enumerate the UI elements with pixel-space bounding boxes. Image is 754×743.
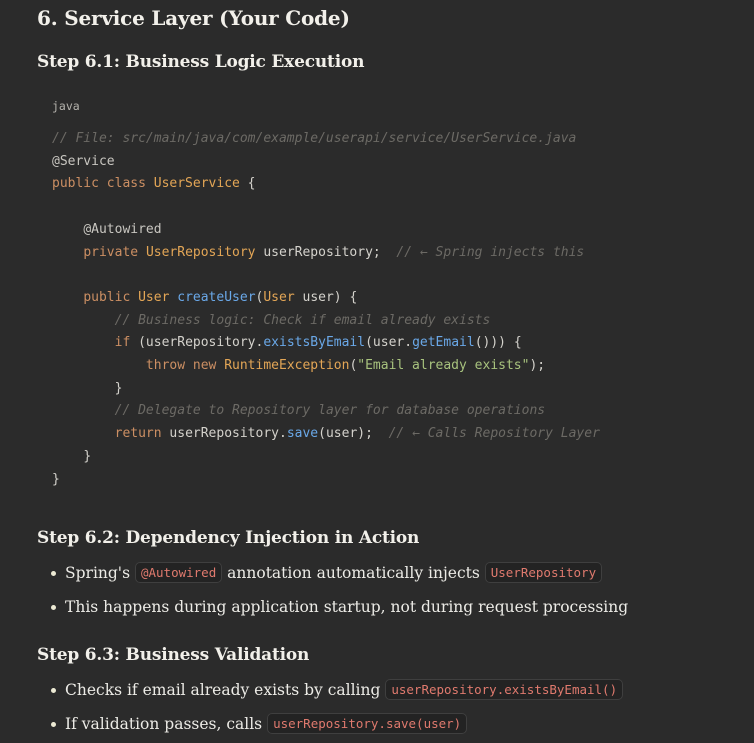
code-keyword: new (185, 358, 225, 374)
step-6-3-heading: Step 6.3: Business Validation (37, 645, 310, 665)
code-type: User (138, 289, 170, 305)
code-text: (user); (318, 426, 389, 442)
step-6-2-list: Spring's @Autowired annotation automatic… (37, 556, 737, 624)
code-content: // File: src/main/java/com/example/usera… (52, 128, 600, 491)
list-item: Spring's @Autowired annotation automatic… (37, 556, 737, 590)
code-language-label: java (52, 99, 80, 113)
code-string: "Email already exists" (357, 358, 530, 374)
code-function: createUser (177, 289, 256, 305)
code-comment: // Business logic: Check if email alread… (114, 312, 491, 328)
list-item: If validation passes, calls userReposito… (37, 707, 737, 741)
inline-code: userRepository.save(user) (267, 713, 468, 734)
list-item-text: annotation automatically injects (222, 564, 485, 582)
list-item: This happens during application startup,… (37, 590, 737, 624)
section-heading: 6. Service Layer (Your Code) (37, 6, 350, 30)
inline-code: @Autowired (134, 562, 223, 583)
inline-code: userRepository.existsByEmail() (385, 679, 624, 700)
inline-code: UserRepository (484, 562, 603, 583)
code-text: userRepository. (161, 426, 287, 442)
code-annotation: @Autowired (83, 221, 162, 237)
code-text: ); (529, 358, 546, 374)
code-comment: // Delegate to Repository layer for data… (114, 403, 546, 419)
code-text: user) { (294, 289, 358, 305)
code-text: (user. (365, 335, 413, 351)
code-type: UserService (153, 176, 240, 192)
code-text: } (114, 380, 123, 396)
list-item-text: Checks if email already exists by callin… (65, 681, 386, 699)
code-text: } (52, 471, 60, 487)
code-function: getEmail (412, 335, 475, 351)
step-6-1-heading: Step 6.1: Business Logic Execution (37, 52, 365, 72)
code-text: } (83, 448, 92, 464)
code-comment: // ← Spring injects this (396, 244, 585, 260)
list-item-text: If validation passes, calls (65, 715, 268, 733)
list-item: Checks if email already exists by callin… (37, 673, 737, 707)
list-item-text: Spring's (65, 564, 135, 582)
code-comment: // File: src/main/java/com/example/usera… (52, 131, 577, 146)
code-text: ())) { (474, 335, 522, 351)
code-function: save (286, 426, 319, 442)
code-text: userRepository; (255, 244, 397, 260)
list-item-text: This happens during application startup,… (65, 598, 629, 616)
code-type: RuntimeException (224, 358, 350, 374)
code-keyword: return (114, 426, 162, 442)
code-annotation: @Service (52, 153, 115, 169)
code-keyword: public (83, 289, 139, 305)
code-keyword: throw (145, 358, 186, 374)
code-comment: // ← Calls Repository Layer (388, 426, 600, 442)
code-keyword: public class (52, 176, 154, 192)
code-type: UserRepository (145, 244, 256, 260)
code-keyword: if (114, 335, 131, 351)
code-function: existsByEmail (263, 335, 366, 351)
step-6-2-heading: Step 6.2: Dependency Injection in Action (37, 528, 420, 548)
code-keyword: private (83, 244, 146, 260)
code-type: User (263, 289, 295, 305)
code-text: (userRepository. (130, 335, 264, 351)
code-block: java // File: src/main/java/com/example/… (37, 86, 737, 496)
step-6-3-list: Checks if email already exists by callin… (37, 673, 737, 741)
code-text: { (239, 176, 256, 192)
